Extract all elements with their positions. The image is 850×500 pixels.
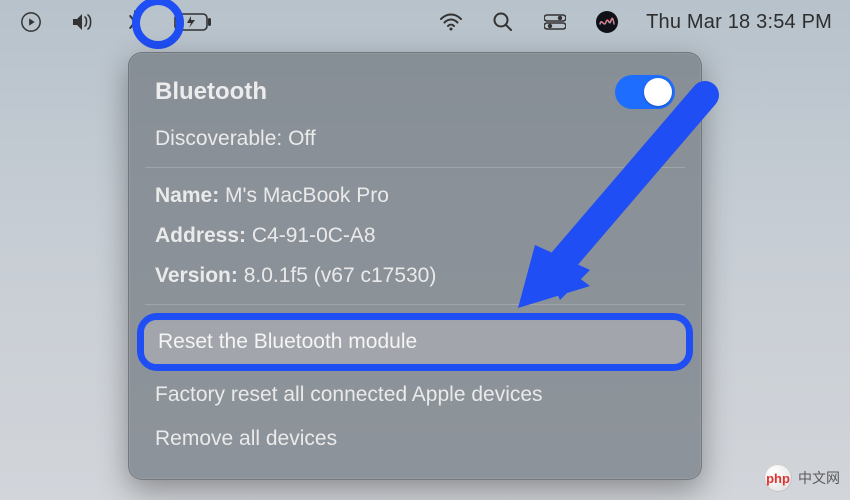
- discoverable-label: Discoverable:: [155, 127, 282, 150]
- panel-title: Bluetooth: [155, 78, 267, 106]
- annotation-reset-outline: Reset the Bluetooth module: [137, 313, 693, 371]
- siri-icon[interactable]: [594, 9, 620, 35]
- reset-bluetooth-module-item[interactable]: Reset the Bluetooth module: [144, 320, 686, 364]
- control-center-icon[interactable]: [542, 9, 568, 35]
- address-label: Address:: [155, 224, 246, 247]
- bluetooth-toggle[interactable]: [615, 75, 675, 109]
- version-label: Version:: [155, 264, 238, 287]
- bluetooth-dropdown-panel: Bluetooth Discoverable: Off Name: M's Ma…: [128, 52, 702, 480]
- address-value: C4-91-0C-A8: [252, 224, 376, 247]
- panel-header: Bluetooth: [141, 71, 689, 119]
- toggle-knob: [644, 78, 672, 106]
- name-row: Name: M's MacBook Pro: [141, 176, 689, 216]
- watermark-logo: php: [764, 464, 792, 492]
- watermark: php 中文网: [764, 464, 840, 492]
- bluetooth-icon[interactable]: [122, 9, 148, 35]
- version-row: Version: 8.0.1f5 (v67 c17530): [141, 256, 689, 296]
- version-value: 8.0.1f5 (v67 c17530): [244, 264, 437, 287]
- play-circle-icon[interactable]: [18, 9, 44, 35]
- menubar: Thu Mar 18 3:54 PM: [0, 0, 850, 44]
- divider: [145, 167, 685, 168]
- volume-icon[interactable]: [70, 9, 96, 35]
- battery-charging-icon[interactable]: [174, 9, 214, 35]
- watermark-text: 中文网: [798, 468, 840, 488]
- menubar-datetime[interactable]: Thu Mar 18 3:54 PM: [646, 11, 832, 34]
- address-row: Address: C4-91-0C-A8: [141, 216, 689, 256]
- discoverable-row: Discoverable: Off: [141, 119, 689, 159]
- name-value: M's MacBook Pro: [225, 184, 389, 207]
- remove-all-devices-item[interactable]: Remove all devices: [141, 417, 689, 461]
- name-label: Name:: [155, 184, 219, 207]
- wifi-icon[interactable]: [438, 9, 464, 35]
- factory-reset-item[interactable]: Factory reset all connected Apple device…: [141, 373, 689, 417]
- divider: [145, 304, 685, 305]
- search-icon[interactable]: [490, 9, 516, 35]
- discoverable-value: Off: [288, 127, 316, 150]
